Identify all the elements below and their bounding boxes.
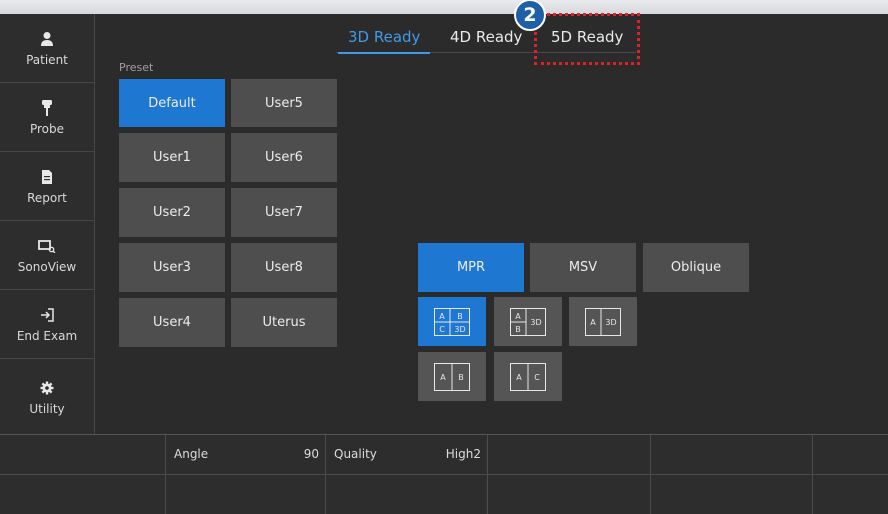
preset-user7-button[interactable]: User7	[231, 188, 337, 237]
param-cell-empty	[326, 475, 488, 514]
preset-user6-button[interactable]: User6	[231, 133, 337, 182]
sidebar-item-probe[interactable]: Probe	[0, 83, 94, 152]
cell-c-label: C	[534, 373, 540, 382]
angle-value: 90	[303, 447, 319, 461]
cell-c-label: C	[439, 325, 445, 334]
layout-abc3d-icon: A B C 3D	[434, 307, 470, 336]
layout-a3d-button[interactable]: A 3D	[569, 297, 637, 346]
param-cell-empty	[651, 435, 813, 475]
oblique-button[interactable]: Oblique	[643, 243, 749, 292]
top-bezel	[0, 0, 888, 14]
param-cell-empty	[0, 435, 166, 475]
preset-user5-button[interactable]: User5	[231, 79, 337, 127]
highlight-box	[534, 13, 640, 65]
angle-param-cell[interactable]: Angle 90	[166, 435, 326, 475]
parameter-bar: Angle 90 Quality High2	[0, 434, 888, 514]
cell-a-label: A	[590, 318, 596, 327]
probe-icon	[37, 98, 57, 118]
cell-a-label: A	[440, 373, 446, 382]
preset-user3-button[interactable]: User3	[119, 243, 225, 292]
quality-label: Quality	[334, 447, 377, 461]
layout-ab-icon: A B	[434, 362, 470, 391]
msv-button[interactable]: MSV	[530, 243, 636, 292]
sonoview-icon	[37, 236, 57, 256]
preset-user8-button[interactable]: User8	[231, 243, 337, 292]
sidebar-item-label: SonoView	[17, 260, 77, 274]
sidebar-item-label: Probe	[29, 122, 65, 136]
sidebar-item-label: End Exam	[16, 329, 78, 343]
sidebar-item-report[interactable]: Report	[0, 152, 94, 221]
layout-abc3d-button[interactable]: A B C 3D	[418, 297, 486, 346]
layout-ab-button[interactable]: A B	[418, 352, 486, 401]
cell-b-label: B	[515, 325, 521, 334]
quality-param-cell[interactable]: Quality High2	[326, 435, 488, 475]
layout-ab3d-icon: A B 3D	[510, 307, 546, 336]
cell-a-label: A	[515, 312, 521, 321]
person-icon	[37, 29, 57, 49]
cell-3d-label: 3D	[454, 325, 465, 334]
param-cell-empty	[488, 435, 651, 475]
tab-4d-ready[interactable]: 4D Ready	[450, 28, 522, 52]
layout-a3d-icon: A 3D	[585, 307, 621, 336]
sidebar-item-label: Report	[27, 191, 67, 205]
param-cell-empty	[651, 475, 813, 514]
layout-ab3d-button[interactable]: A B 3D	[494, 297, 562, 346]
tab-3d-ready[interactable]: 3D Ready	[338, 28, 431, 54]
cell-3d-label: 3D	[530, 318, 541, 327]
param-cell-empty	[166, 475, 326, 514]
preset-user1-button[interactable]: User1	[119, 133, 225, 182]
angle-label: Angle	[174, 447, 209, 461]
cell-3d-label: 3D	[605, 318, 616, 327]
sidebar-item-label: Utility	[29, 401, 65, 416]
preset-user2-button[interactable]: User2	[119, 188, 225, 237]
document-icon	[37, 167, 57, 187]
quality-value: High2	[445, 447, 481, 461]
param-cell-empty	[813, 435, 888, 475]
preset-default-button[interactable]: Default	[119, 79, 225, 127]
mpr-button[interactable]: MPR	[418, 243, 524, 292]
exit-icon	[37, 305, 57, 325]
sidebar-item-utility[interactable]: Utility	[0, 359, 94, 434]
step-number-badge: 2	[514, 0, 546, 31]
preset-user4-button[interactable]: User4	[119, 298, 225, 347]
cell-b-label: B	[458, 373, 464, 382]
cell-a-label: A	[516, 373, 522, 382]
ultrasound-3d-screen: Patient Probe Report SonoView End Exam U…	[0, 14, 888, 514]
sidebar-item-end-exam[interactable]: End Exam	[0, 290, 94, 359]
cell-b-label: B	[457, 312, 463, 321]
param-cell-empty	[813, 475, 888, 514]
preset-label: Preset	[119, 61, 154, 74]
param-cell-empty	[0, 475, 166, 514]
sidebar: Patient Probe Report SonoView End Exam U…	[0, 14, 95, 434]
param-cell-empty	[488, 475, 651, 514]
layout-ac-icon: A C	[510, 362, 546, 391]
preset-uterus-button[interactable]: Uterus	[231, 298, 337, 347]
sidebar-item-label: Patient	[26, 53, 68, 67]
gear-icon	[37, 378, 57, 398]
layout-ac-button[interactable]: A C	[494, 352, 562, 401]
sidebar-item-sonoview[interactable]: SonoView	[0, 221, 94, 290]
sidebar-item-patient[interactable]: Patient	[0, 14, 94, 83]
cell-a-label: A	[439, 312, 445, 321]
